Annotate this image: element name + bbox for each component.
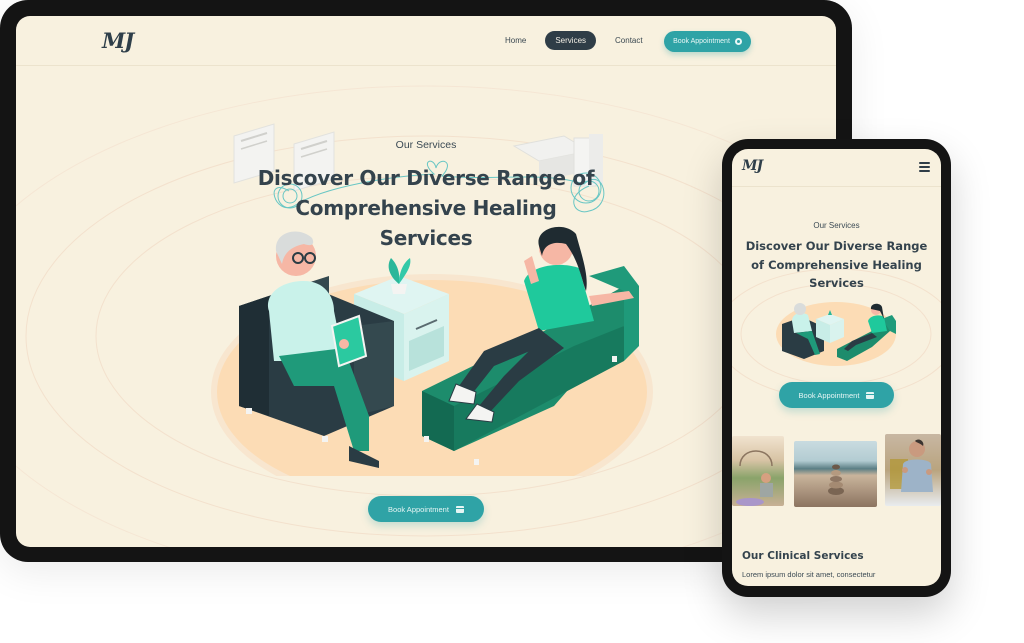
top-navbar: MJ Home Services Contact Book Appointmen…	[16, 16, 836, 66]
phone-device-frame: MJ Our Services Discover Our Diverse Ran…	[722, 139, 951, 597]
nav-contact[interactable]: Contact	[606, 31, 652, 50]
brand-logo[interactable]: MJ	[102, 28, 134, 53]
phone-screen: MJ Our Services Discover Our Diverse Ran…	[732, 149, 941, 586]
hero-title: Discover Our Diverse Range of Comprehens…	[257, 166, 595, 250]
mobile-hero-eyebrow: Our Services	[813, 221, 860, 230]
mobile-brand-logo[interactable]: MJ	[742, 158, 763, 174]
clinical-services-heading: Our Clinical Services	[742, 550, 864, 562]
hamburger-menu-icon[interactable]	[919, 162, 930, 172]
photo-outdoor-yoga[interactable]	[732, 436, 784, 506]
calendar-icon	[455, 505, 464, 513]
nav-services[interactable]: Services	[545, 31, 597, 50]
photo-therapist-speaking[interactable]	[885, 434, 941, 506]
mobile-cta-label: Book Appointment	[798, 390, 860, 400]
mobile-hero-title: Discover Our Diverse Range of Comprehens…	[745, 239, 928, 290]
mobile-navbar: MJ	[732, 149, 941, 187]
clinical-services-body: Lorem ipsum dolor sit amet, consectetur	[742, 570, 876, 579]
calendar-icon	[866, 391, 875, 399]
plus-circle-icon	[734, 38, 742, 45]
mobile-book-appointment-button[interactable]: Book Appointment	[779, 382, 894, 408]
hero-book-appointment-button[interactable]: Book Appointment	[368, 496, 484, 522]
nav-book-appointment-button[interactable]: Book Appointment	[664, 31, 751, 52]
tablet-screen: MJ Home Services Contact Book Appointmen…	[16, 16, 836, 547]
photo-stacked-stones[interactable]	[794, 441, 877, 507]
hero-cta-label: Book Appointment	[388, 504, 449, 514]
nav-home[interactable]: Home	[496, 31, 535, 50]
book-appointment-label: Book Appointment	[673, 38, 730, 45]
photo-carousel	[732, 434, 941, 509]
hero-eyebrow: Our Services	[395, 139, 457, 151]
nav-links: Home Services Contact	[496, 31, 652, 50]
